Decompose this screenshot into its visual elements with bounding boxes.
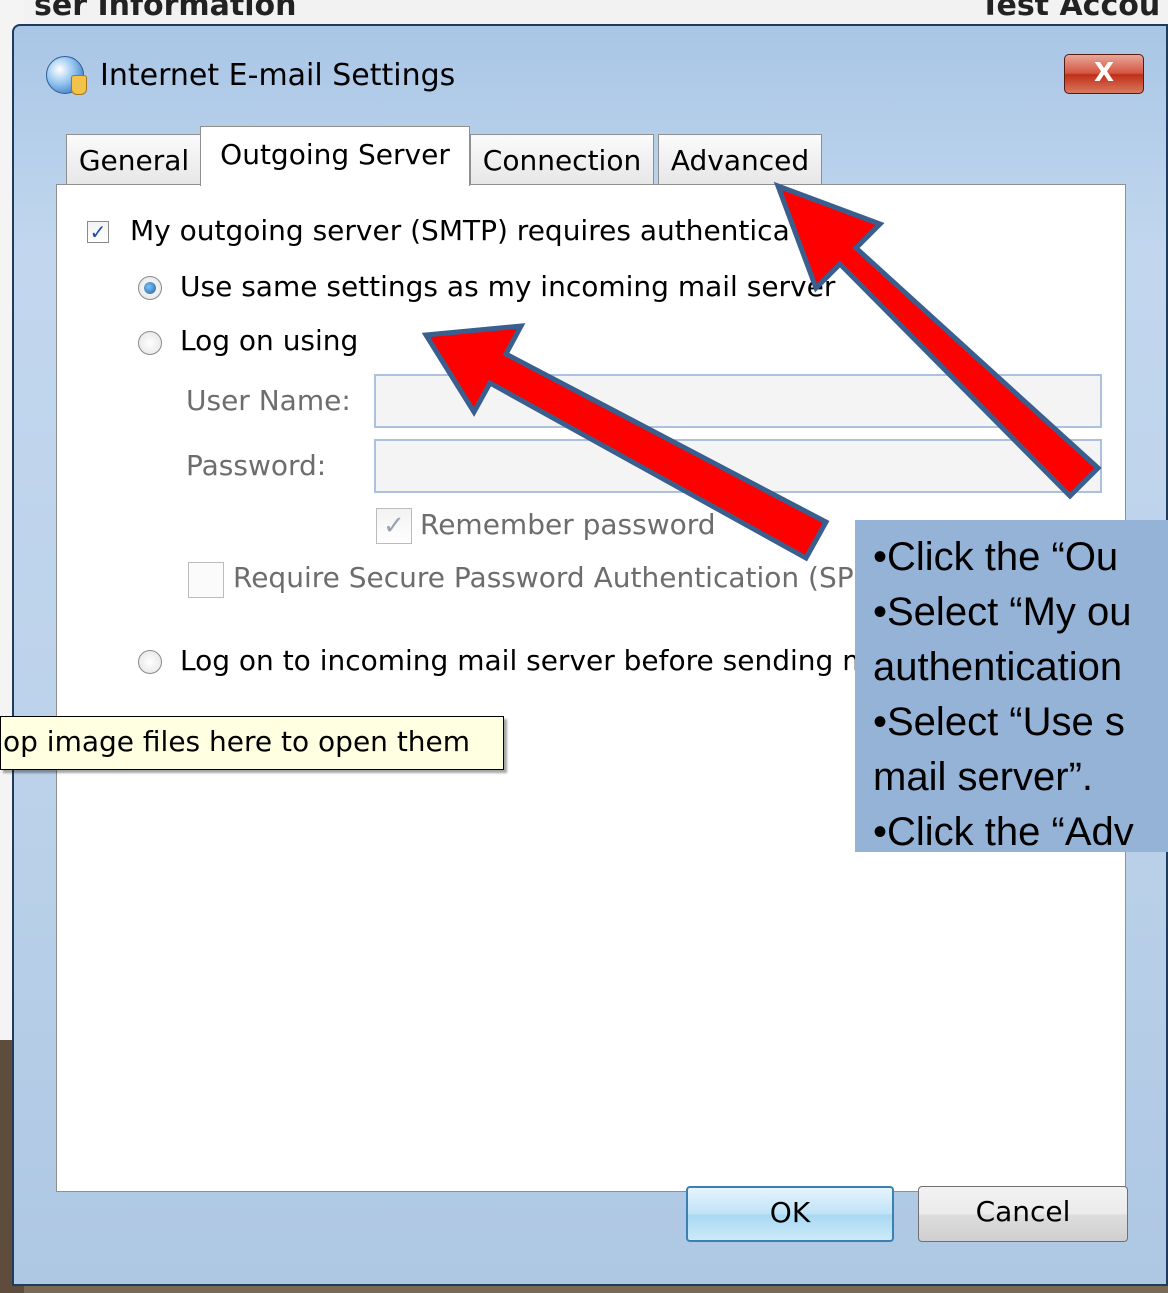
arrow-to-advanced-tab-icon [773,181,1102,500]
arrow-to-log-on-options-icon [421,323,830,562]
annotation-arrows [421,181,1102,562]
